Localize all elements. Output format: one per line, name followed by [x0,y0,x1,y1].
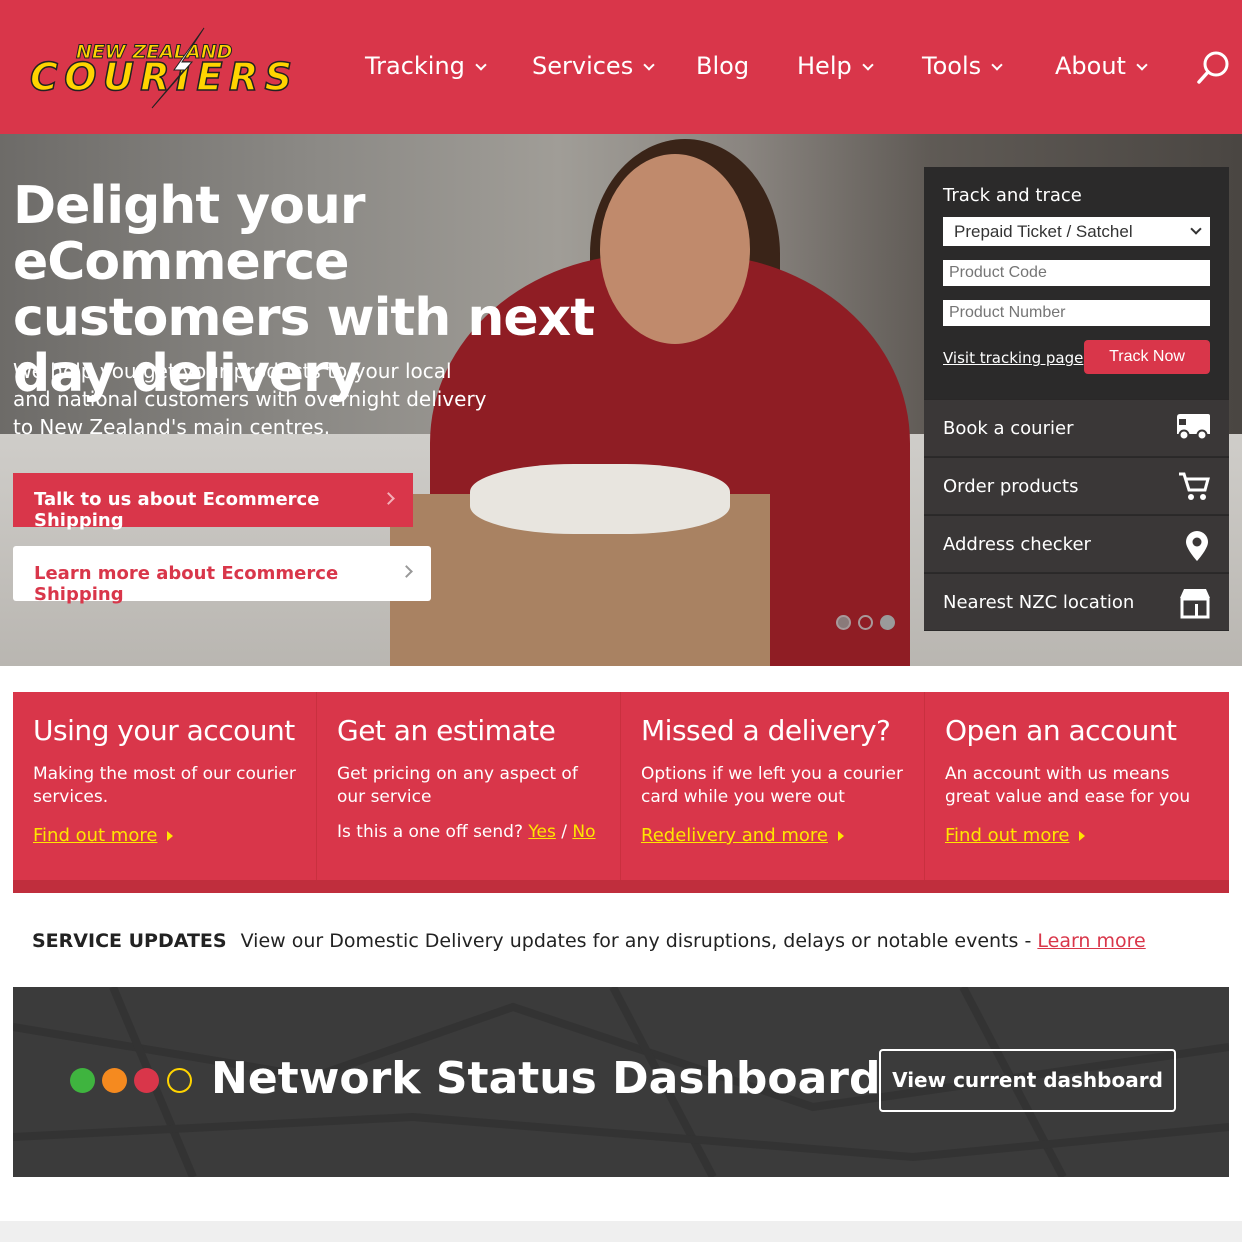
find-out-more-link[interactable]: Find out more [33,825,174,846]
button-label: Learn more about Ecommerce Shipping [34,563,339,605]
order-products-link[interactable]: Order products [924,457,1229,514]
nav-label: About [1055,52,1126,80]
status-light-red [134,1068,159,1093]
chevron-down-icon [643,59,655,71]
button-label: Talk to us about Ecommerce Shipping [34,489,320,531]
card-missed-delivery: Missed a delivery? Options if we left yo… [621,692,925,880]
card-title: Using your account [33,714,295,747]
link-label: Order products [943,476,1079,497]
link-label: Address checker [943,534,1091,555]
map-pin-icon [1183,529,1211,568]
info-cards: Using your account Making the most of ou… [13,692,1229,893]
yes-link[interactable]: Yes [528,822,555,842]
track-trace-panel: Track and trace Prepaid Ticket / Satchel… [924,167,1229,631]
card-text: An account with us means great value and… [945,764,1191,807]
nav-label: Help [797,52,852,80]
card-open-account: Open an account An account with us means… [925,692,1229,880]
nav-label: Blog [696,52,750,80]
track-now-button[interactable]: Track Now [1084,340,1210,374]
product-code-input[interactable] [943,260,1210,286]
svg-text:COURIERS: COURIERS [30,55,292,99]
nav-label: Services [532,52,634,80]
chevron-down-icon [862,59,874,71]
redelivery-link[interactable]: Redelivery and more [641,825,844,846]
visit-tracking-link[interactable]: Visit tracking page [943,349,1083,367]
nav-services[interactable]: Services [532,52,655,80]
card-text: Making the most of our courier services. [33,764,296,807]
panel-title: Track and trace [943,185,1082,206]
link-label: Redelivery and more [641,825,828,846]
ticket-type-select[interactable]: Prepaid Ticket / Satchel [943,217,1210,246]
nav-tools[interactable]: Tools [922,52,1003,80]
hero-image-part [470,464,730,534]
link-label: Find out more [33,825,158,846]
service-updates: SERVICE UPDATES View our Domestic Deliver… [32,930,1146,952]
status-light-green [70,1068,95,1093]
address-checker-link[interactable]: Address checker [924,515,1229,572]
search-icon[interactable] [1196,50,1230,90]
question-text: Is this a one off send? [337,822,523,842]
nav-about[interactable]: About [1055,52,1148,80]
card-text: Get pricing on any aspect of our service [337,764,578,807]
site-header: NEW ZEALAND COURIERS Tracking Services B… [0,0,1242,134]
nav-tracking[interactable]: Tracking [365,52,487,80]
chevron-down-icon [991,59,1003,71]
carousel-dots [836,615,902,634]
chevron-down-icon [475,59,487,71]
view-dashboard-button[interactable]: View current dashboard [879,1049,1176,1112]
product-number-input[interactable] [943,300,1210,326]
card-title: Missed a delivery? [641,714,891,747]
footer-strip [0,1221,1242,1242]
nearest-location-link[interactable]: Nearest NZC location [924,573,1229,630]
no-link[interactable]: No [572,822,595,842]
status-light-yellow [167,1068,192,1093]
link-label: Book a courier [943,418,1074,439]
logo[interactable]: NEW ZEALAND COURIERS [28,26,296,110]
store-icon [1179,587,1211,624]
one-off-question: Is this a one off send? Yes / No [337,822,596,842]
hero-subtitle: We help you get your products to your lo… [13,359,487,439]
status-light-orange [102,1068,127,1093]
book-courier-link[interactable]: Book a courier [924,399,1229,456]
chevron-down-icon [1136,59,1148,71]
talk-ecommerce-button[interactable]: Talk to us about Ecommerce Shipping [13,473,413,531]
select-value: Prepaid Ticket / Satchel [954,222,1133,241]
carousel-dot[interactable] [836,615,851,630]
card-title: Open an account [945,714,1177,747]
card-get-estimate: Get an estimate Get pricing on any aspec… [317,692,621,880]
chevron-down-icon [1190,223,1202,235]
dashboard-title: Network Status Dashboard [211,1053,881,1104]
cart-icon [1177,471,1211,506]
learn-more-link[interactable]: Learn more [1037,930,1145,952]
nav-label: Tools [922,52,982,80]
service-updates-text: View our Domestic Delivery updates for a… [240,930,1032,952]
nav-blog[interactable]: Blog [696,52,749,80]
learn-ecommerce-button[interactable]: Learn more about Ecommerce Shipping [13,546,431,605]
separator: / [561,822,567,842]
card-text: Options if we left you a courier card wh… [641,764,903,807]
link-label: Nearest NZC location [943,592,1135,613]
network-status-banner: Network Status Dashboard View current da… [13,987,1229,1177]
chevron-right-icon [400,565,413,578]
carousel-dot-active[interactable] [858,615,873,630]
service-updates-label: SERVICE UPDATES [32,930,227,952]
hero-image-part [600,154,750,344]
link-label: Find out more [945,825,1070,846]
carousel-dot[interactable] [880,615,895,630]
caret-right-icon [167,831,174,841]
truck-icon [1175,413,1211,446]
find-out-more-link[interactable]: Find out more [945,825,1086,846]
card-title: Get an estimate [337,714,556,747]
caret-right-icon [838,831,844,841]
caret-right-icon [1079,831,1086,841]
card-using-account: Using your account Making the most of ou… [13,692,317,880]
nav-help[interactable]: Help [797,52,874,80]
chevron-right-icon [382,492,395,505]
nav-label: Tracking [365,52,465,80]
